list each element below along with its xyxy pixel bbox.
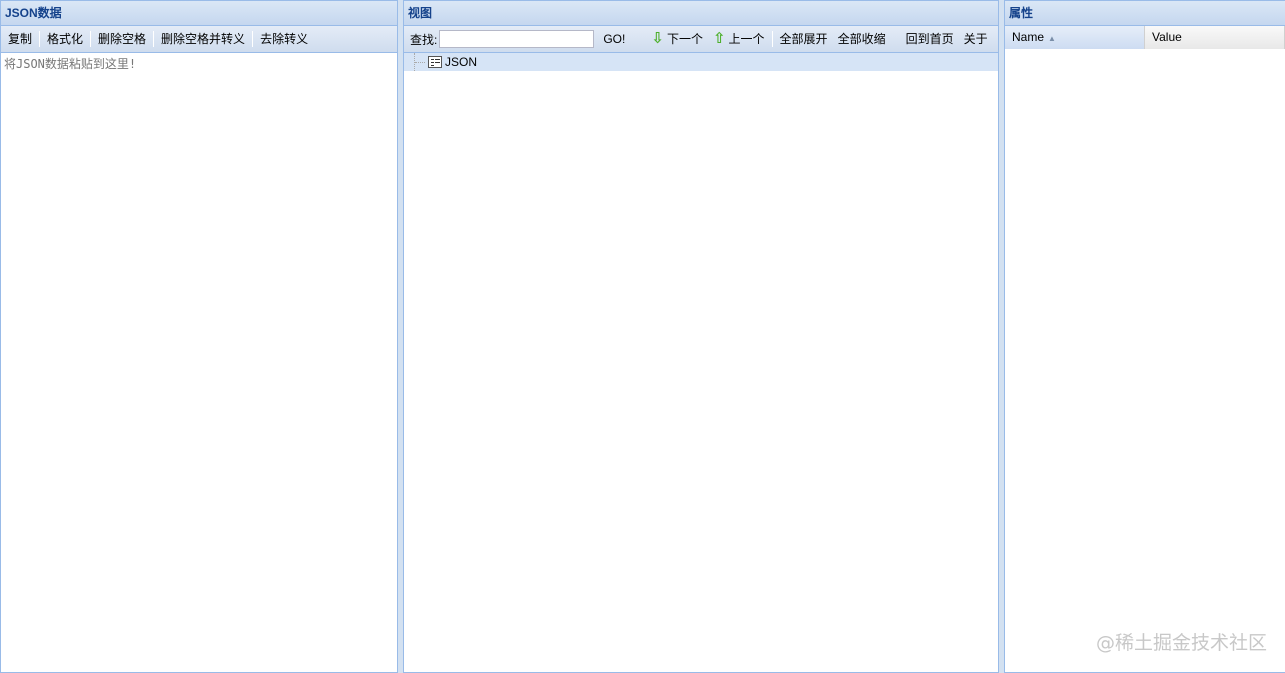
object-node-icon [428, 56, 442, 68]
arrow-up-icon: ⇧ [712, 30, 726, 47]
about-button[interactable]: 关于 [959, 29, 993, 49]
arrow-down-icon: ⇩ [651, 30, 664, 47]
name-column-header[interactable]: Name ▲ [1005, 26, 1145, 49]
tree-connector [414, 53, 428, 71]
view-panel: 视图 查找: GO! ⇩ 下一个 ⇧ 上一个 全部展开 全部收缩 回到首页 关于 [403, 0, 999, 673]
search-label: 查找: [410, 32, 438, 47]
name-column-label: Name [1012, 30, 1045, 44]
toolbar-separator [39, 31, 41, 47]
toolbar-separator [153, 31, 155, 47]
copy-button[interactable]: 复制 [3, 29, 37, 49]
remove-whitespace-escape-button[interactable]: 删除空格并转义 [156, 29, 250, 49]
previous-match-button[interactable]: ⇧ 上一个 [708, 29, 770, 49]
remove-whitespace-button[interactable]: 删除空格 [93, 29, 151, 49]
properties-panel-title: 属性 [1005, 1, 1285, 26]
next-match-label: 下一个 [666, 32, 703, 46]
toolbar-separator [771, 31, 773, 47]
json-data-panel-title: JSON数据 [1, 1, 397, 26]
tree-root-node[interactable]: JSON [404, 53, 998, 71]
value-column-label: Value [1152, 30, 1182, 44]
view-toolbar: 查找: GO! ⇩ 下一个 ⇧ 上一个 全部展开 全部收缩 回到首页 关于 [404, 26, 998, 53]
json-input-textarea[interactable] [1, 54, 397, 672]
search-input[interactable] [439, 30, 595, 48]
next-match-button[interactable]: ⇩ 下一个 [646, 29, 708, 49]
json-data-panel: JSON数据 复制 格式化 删除空格 删除空格并转义 去除转义 [0, 0, 398, 673]
previous-match-label: 上一个 [728, 32, 765, 46]
collapse-all-button[interactable]: 全部收缩 [833, 29, 891, 49]
json-data-toolbar: 复制 格式化 删除空格 删除空格并转义 去除转义 [1, 26, 397, 53]
view-panel-title: 视图 [404, 1, 998, 26]
tree-root-label: JSON [445, 55, 478, 69]
go-button[interactable]: GO! [598, 29, 630, 49]
json-viewer-app: JSON数据 复制 格式化 删除空格 删除空格并转义 去除转义 视图 查找: G… [0, 0, 1285, 673]
format-button[interactable]: 格式化 [42, 29, 88, 49]
expand-all-button[interactable]: 全部展开 [775, 29, 833, 49]
unescape-button[interactable]: 去除转义 [255, 29, 313, 49]
watermark: @稀土掘金技术社区 [1095, 632, 1267, 654]
home-button[interactable]: 回到首页 [901, 29, 959, 49]
value-column-header[interactable]: Value [1145, 26, 1285, 49]
toolbar-separator [90, 31, 92, 47]
toolbar-separator [252, 31, 254, 47]
properties-panel: 属性 Name ▲ Value [1004, 0, 1285, 673]
properties-grid-header: Name ▲ Value [1005, 26, 1285, 49]
sort-ascending-icon: ▲ [1048, 34, 1056, 43]
